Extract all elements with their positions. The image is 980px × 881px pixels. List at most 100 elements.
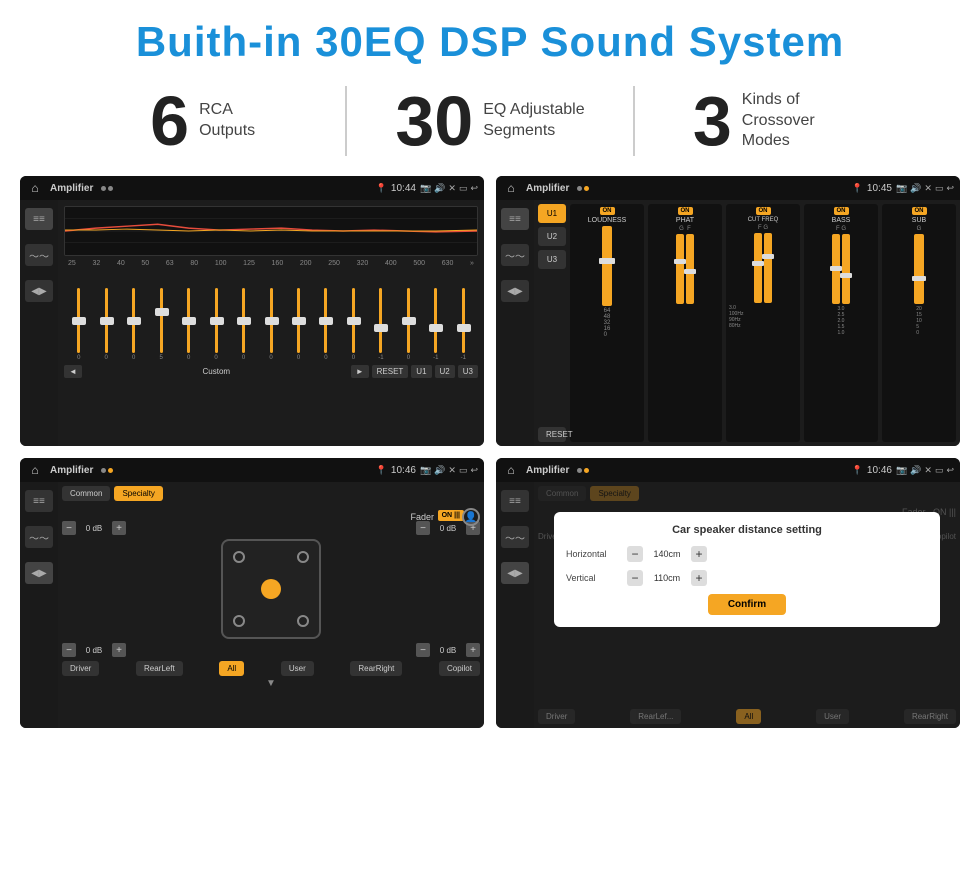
xover-u3-btn[interactable]: U3: [538, 250, 566, 269]
fader-ch-bl-minus[interactable]: −: [62, 643, 76, 657]
dist-dot1: [577, 468, 582, 473]
slider-track-14[interactable]: [434, 288, 437, 353]
bass-label: BASS: [832, 217, 851, 224]
bass-g-slider[interactable]: [842, 234, 850, 304]
slider-track-7[interactable]: [242, 288, 245, 353]
dist-horizontal-minus[interactable]: −: [627, 546, 643, 562]
fader-location-icon: 📍: [376, 465, 387, 476]
fader-ch-br-plus[interactable]: +: [466, 643, 480, 657]
dist-lp-icon2[interactable]: 〜〜: [501, 526, 529, 548]
slider-track-3[interactable]: [132, 288, 135, 353]
dist-vertical-minus[interactable]: −: [627, 570, 643, 586]
fader-dot1: [101, 468, 106, 473]
fader-label: Fader: [410, 512, 434, 522]
phat-f-slider[interactable]: [686, 234, 694, 304]
freq-25: 25: [68, 260, 76, 267]
slider-track-4[interactable]: [160, 288, 163, 353]
dist-vertical-label: Vertical: [566, 573, 621, 583]
xover-lp-icon2[interactable]: 〜〜: [501, 244, 529, 266]
fader-ch-left-plus[interactable]: +: [112, 521, 126, 535]
fader-profile-icon[interactable]: 👤: [462, 508, 480, 526]
slider-track-11[interactable]: [352, 288, 355, 353]
dist-home-icon[interactable]: ⌂: [502, 461, 520, 479]
xover-u1-btn[interactable]: U1: [538, 204, 566, 223]
fader-ch-left-minus[interactable]: −: [62, 521, 76, 535]
eq-reset-btn[interactable]: RESET: [372, 365, 409, 378]
slider-track-1[interactable]: [77, 288, 80, 353]
eq-u1-btn[interactable]: U1: [411, 365, 431, 378]
xover-u2-btn[interactable]: U2: [538, 227, 566, 246]
fader-ch-right-minus[interactable]: −: [416, 521, 430, 535]
fader-lp-icon1[interactable]: ≡≡: [25, 490, 53, 512]
eq-u3-btn[interactable]: U3: [458, 365, 478, 378]
eq-prev-btn[interactable]: ◄: [64, 365, 82, 378]
dist-driver-btn[interactable]: Driver: [538, 709, 575, 724]
eq-u2-btn[interactable]: U2: [435, 365, 455, 378]
dist-vertical-plus[interactable]: +: [691, 570, 707, 586]
fader-home-icon[interactable]: ⌂: [26, 461, 44, 479]
dist-user-btn[interactable]: User: [816, 709, 849, 724]
eq-status-bar: ⌂ Amplifier 📍 10:44 📷 🔊 ✕ ▭ ↩: [20, 176, 484, 200]
slider-track-5[interactable]: [187, 288, 190, 353]
xover-home-icon[interactable]: ⌂: [502, 179, 520, 197]
slider-val-7: 0: [242, 355, 245, 361]
slider-track-2[interactable]: [105, 288, 108, 353]
sub-on[interactable]: ON: [912, 207, 927, 215]
fader-driver-btn[interactable]: Driver: [62, 661, 99, 676]
xover-dot2: [584, 186, 589, 191]
eq-lp-icon2[interactable]: 〜〜: [25, 244, 53, 266]
dist-all-btn[interactable]: All: [736, 709, 761, 724]
fader-user-btn[interactable]: User: [281, 661, 314, 676]
close-icon: ✕: [448, 183, 456, 194]
phat-on[interactable]: ON: [678, 207, 693, 215]
bass-f-slider[interactable]: [832, 234, 840, 304]
dist-lp-icon1[interactable]: ≡≡: [501, 490, 529, 512]
loudness-on[interactable]: ON: [600, 207, 615, 215]
fader-tab-specialty[interactable]: Specialty: [114, 486, 162, 501]
dist-lp-icon3[interactable]: ◀▶: [501, 562, 529, 584]
fader-on-switch[interactable]: ON |||: [438, 510, 464, 521]
bass-on[interactable]: ON: [834, 207, 849, 215]
fader-ch-br-minus[interactable]: −: [416, 643, 430, 657]
slider-col-1: 0: [66, 288, 91, 361]
dist-rearleft-btn[interactable]: RearLef...: [630, 709, 681, 724]
slider-track-6[interactable]: [215, 288, 218, 353]
slider-val-5: 0: [187, 355, 190, 361]
eq-next-btn[interactable]: ►: [351, 365, 369, 378]
dist-horizontal-plus[interactable]: +: [691, 546, 707, 562]
fader-ch-left-val: 0 dB: [79, 524, 109, 533]
sub-g-slider[interactable]: [914, 234, 924, 304]
fader-rearright-btn[interactable]: RearRight: [350, 661, 402, 676]
xover-lp-icon1[interactable]: ≡≡: [501, 208, 529, 230]
dist-confirm-btn[interactable]: Confirm: [708, 594, 786, 615]
xover-lp-icon3[interactable]: ◀▶: [501, 280, 529, 302]
fader-lp-icon3[interactable]: ◀▶: [25, 562, 53, 584]
slider-track-10[interactable]: [324, 288, 327, 353]
eq-lp-icon3[interactable]: ◀▶: [25, 280, 53, 302]
fader-tab-common[interactable]: Common: [62, 486, 110, 501]
home-icon[interactable]: ⌂: [26, 179, 44, 197]
xover-reset-btn[interactable]: RESET: [538, 427, 566, 442]
cutfreq-f-slider[interactable]: [754, 233, 762, 303]
slider-track-15[interactable]: [462, 288, 465, 353]
fader-rearleft-btn[interactable]: RearLeft: [136, 661, 183, 676]
slider-track-8[interactable]: [270, 288, 273, 353]
fader-lp-icon2[interactable]: 〜〜: [25, 526, 53, 548]
cutfreq-g-slider[interactable]: [764, 233, 772, 303]
dist-rearright-btn[interactable]: RearRight: [904, 709, 956, 724]
slider-track-12[interactable]: [379, 288, 382, 353]
fader-ch-bl-val: 0 dB: [79, 646, 109, 655]
freq-63: 63: [166, 260, 174, 267]
phat-g-slider[interactable]: [676, 234, 684, 304]
loudness-label: LOUDNESS: [588, 217, 627, 224]
fader-all-btn[interactable]: All: [219, 661, 244, 676]
xover-mode-dots: [577, 186, 589, 191]
cutfreq-on[interactable]: ON: [756, 207, 771, 215]
fader-copilot-btn[interactable]: Copilot: [439, 661, 480, 676]
loudness-slider[interactable]: [602, 226, 612, 306]
dist-bg-specialty: Specialty: [590, 486, 638, 501]
slider-track-9[interactable]: [297, 288, 300, 353]
eq-lp-icon1[interactable]: ≡≡: [25, 208, 53, 230]
slider-track-13[interactable]: [407, 288, 410, 353]
fader-ch-bl-plus[interactable]: +: [112, 643, 126, 657]
